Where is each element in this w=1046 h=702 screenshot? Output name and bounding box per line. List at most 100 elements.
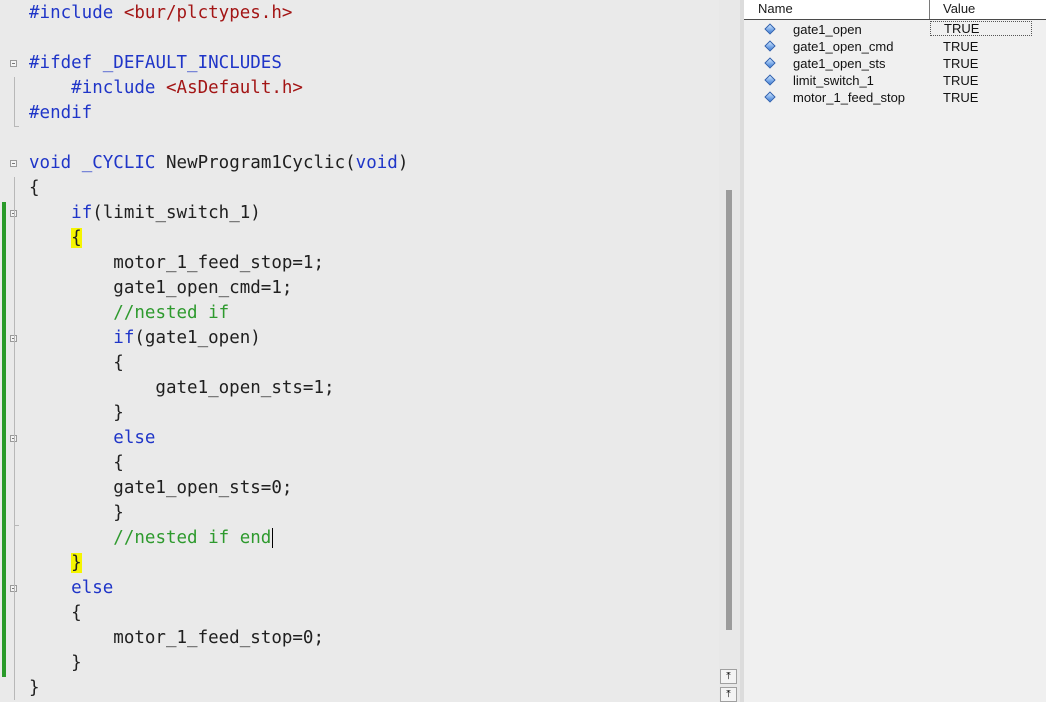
code-token: ): [397, 153, 409, 173]
code-token: {: [29, 353, 124, 373]
code-line[interactable]: {: [29, 226, 82, 251]
code-line[interactable]: }: [29, 401, 124, 426]
column-separator[interactable]: [929, 0, 930, 19]
watch-row[interactable]: gate1_open_cmd TRUE: [744, 38, 1046, 55]
variable-value[interactable]: TRUE: [943, 72, 978, 89]
fold-guide-end: [14, 525, 19, 526]
variable-name: gate1_open: [793, 22, 862, 37]
code-line[interactable]: }: [29, 551, 82, 576]
code-line[interactable]: gate1_open_cmd=1;: [29, 276, 292, 301]
code-line[interactable]: else: [29, 426, 155, 451]
code-token: #ifdef: [29, 53, 93, 73]
code-line[interactable]: }: [29, 676, 40, 701]
variable-diamond-icon: [764, 74, 776, 86]
variable-value[interactable]: TRUE: [943, 55, 978, 72]
fold-guide-end: [14, 126, 19, 127]
watch-row[interactable]: gate1_open TRUE: [744, 21, 1046, 38]
code-token: {: [29, 178, 40, 198]
variable-diamond-icon: [764, 40, 776, 52]
code-token: {: [29, 603, 82, 623]
code-token: if: [113, 328, 135, 348]
code-token: (limit_switch_1): [92, 203, 261, 223]
code-token: NewProgram1Cyclic(: [155, 153, 356, 173]
code-token: <bur/plctypes.h>: [123, 3, 293, 23]
scroll-to-top-button[interactable]: ⤒: [720, 669, 737, 684]
variable-value[interactable]: TRUE: [930, 21, 1032, 36]
code-line[interactable]: {: [29, 351, 124, 376]
watch-row[interactable]: gate1_open_sts TRUE: [744, 55, 1046, 72]
code-token: void: [29, 153, 72, 173]
watch-header: Name Value: [744, 0, 1046, 20]
variable-value[interactable]: TRUE: [943, 38, 978, 55]
code-token: {: [29, 453, 124, 473]
variable-name: limit_switch_1: [793, 73, 874, 88]
code-token: }: [29, 403, 124, 423]
code-line[interactable]: #include <bur/plctypes.h>: [29, 1, 292, 26]
code-line[interactable]: void _CYCLIC NewProgram1Cyclic(void): [29, 151, 408, 176]
fold-toggle-icon[interactable]: [10, 160, 17, 167]
code-line[interactable]: {: [29, 176, 40, 201]
scroll-up-button[interactable]: ⤒: [720, 687, 737, 702]
code-token: //nested if: [113, 303, 230, 323]
fold-gutter: [0, 0, 22, 702]
code-line[interactable]: motor_1_feed_stop=1;: [29, 251, 324, 276]
column-header-value[interactable]: Value: [943, 0, 975, 19]
code-token: _DEFAULT_INCLUDES: [102, 53, 282, 73]
code-line[interactable]: }: [29, 651, 82, 676]
scroll-to-top-icon: ⤒: [726, 671, 731, 682]
variable-name: motor_1_feed_stop: [793, 90, 906, 105]
code-line[interactable]: #endif: [29, 101, 92, 126]
code-token: //nested if end: [113, 528, 272, 548]
code-token: gate1_open_sts=0;: [29, 478, 293, 498]
code-token: (gate1_open): [134, 328, 261, 348]
fold-toggle-icon[interactable]: [10, 60, 17, 67]
code-line[interactable]: gate1_open_sts=0;: [29, 476, 292, 501]
code-token: }: [29, 678, 40, 698]
code-line[interactable]: //nested if end: [29, 526, 274, 551]
code-line[interactable]: motor_1_feed_stop=0;: [29, 626, 324, 651]
code-line[interactable]: {: [29, 451, 124, 476]
code-token: void: [355, 153, 398, 173]
code-token: motor_1_feed_stop=1;: [29, 253, 325, 273]
code-token: motor_1_feed_stop=0;: [29, 628, 325, 648]
code-line[interactable]: {: [29, 601, 82, 626]
code-editor[interactable]: #include <bur/plctypes.h> #ifdef _DEFAULT…: [0, 0, 740, 702]
scroll-up-icon: ⤒: [726, 689, 731, 700]
code-line[interactable]: else: [29, 576, 113, 601]
code-token: else: [113, 428, 156, 448]
variable-diamond-icon: [764, 23, 776, 35]
variable-diamond-icon: [764, 91, 776, 103]
code-line[interactable]: gate1_open_sts=1;: [29, 376, 334, 401]
code-line[interactable]: //nested if: [29, 301, 229, 326]
vertical-scrollbar[interactable]: ⤒ ⤒: [719, 0, 740, 702]
code-line[interactable]: #ifdef _DEFAULT_INCLUDES: [29, 51, 282, 76]
variable-diamond-icon: [764, 57, 776, 69]
code-line[interactable]: #include <AsDefault.h>: [29, 76, 303, 101]
watch-row[interactable]: motor_1_feed_stop TRUE: [744, 89, 1046, 106]
variable-value[interactable]: TRUE: [943, 89, 978, 106]
code-line[interactable]: if(limit_switch_1): [29, 201, 261, 226]
watch-row[interactable]: limit_switch_1 TRUE: [744, 72, 1046, 89]
code-token: #endif: [29, 103, 93, 123]
variable-name: gate1_open_cmd: [793, 39, 894, 54]
code-line[interactable]: if(gate1_open): [29, 326, 261, 351]
fold-guide: [14, 177, 15, 700]
code-line[interactable]: }: [29, 501, 124, 526]
code-token: gate1_open_cmd=1;: [29, 278, 293, 298]
code-token: }: [71, 553, 82, 573]
variable-name: gate1_open_sts: [793, 56, 886, 71]
column-header-name[interactable]: Name: [758, 0, 793, 19]
change-marker: [2, 202, 6, 677]
scrollbar-thumb[interactable]: [726, 190, 732, 630]
code-token: }: [29, 503, 124, 523]
